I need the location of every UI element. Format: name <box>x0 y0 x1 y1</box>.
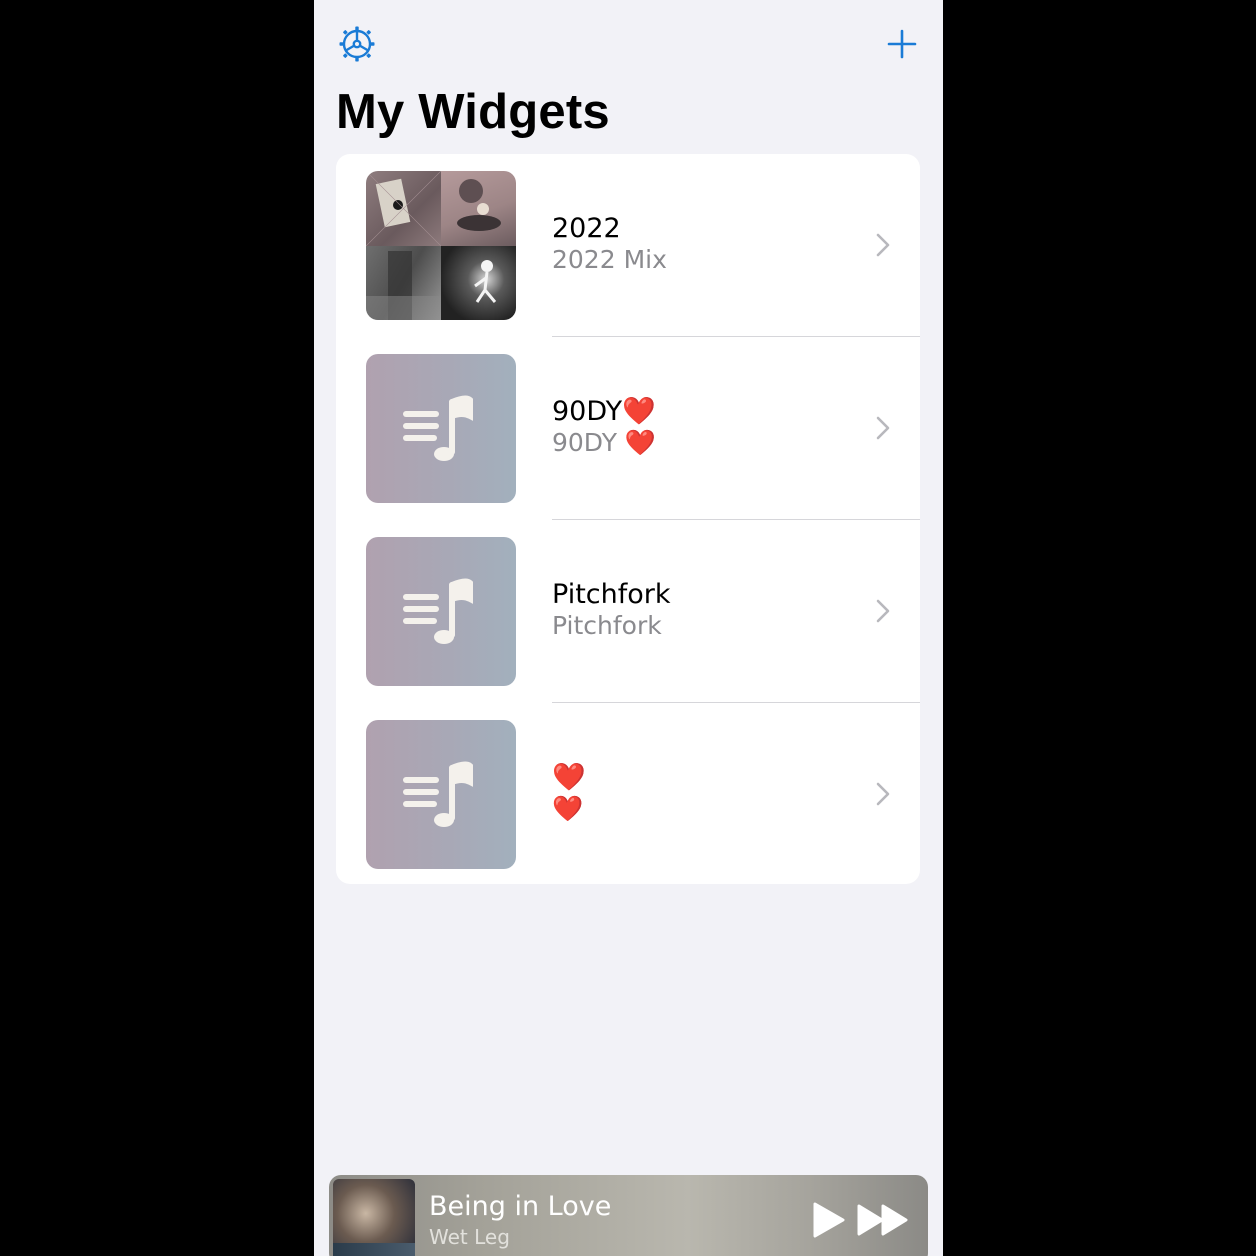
now-playing-title: Being in Love <box>429 1191 612 1222</box>
music-list-icon <box>403 760 473 827</box>
widget-row[interactable]: 90DY❤️ 90DY ❤️ <box>336 337 920 520</box>
chevron-right-icon <box>876 233 890 257</box>
music-note-placeholder-artwork <box>366 354 516 503</box>
app-screen: My Widgets 2022 2022 Mix 90DY❤️ 90DY ❤️ … <box>314 0 943 1256</box>
music-note-placeholder-artwork <box>366 537 516 686</box>
widget-subtitle: Pitchfork <box>552 611 662 640</box>
album-cover <box>441 245 516 320</box>
widget-subtitle: 2022 Mix <box>552 245 667 274</box>
page-title: My Widgets <box>336 85 610 139</box>
widget-subtitle: ❤️ <box>552 794 584 823</box>
widget-title: ❤️ <box>552 762 586 793</box>
widget-list: 2022 2022 Mix 90DY❤️ 90DY ❤️ Pitchfork P… <box>336 154 920 884</box>
album-cover <box>366 171 441 246</box>
settings-button[interactable] <box>338 25 376 63</box>
chevron-right-icon <box>876 416 890 440</box>
plus-icon <box>887 29 917 59</box>
fast-forward-icon[interactable] <box>856 1202 910 1238</box>
now-playing-artist: Wet Leg <box>429 1225 510 1249</box>
now-playing-bar[interactable]: Being in Love Wet Leg <box>329 1175 928 1256</box>
widget-row[interactable]: 2022 2022 Mix <box>336 154 920 337</box>
album-cover <box>441 171 516 246</box>
album-collage-artwork <box>366 171 516 320</box>
gear-icon <box>339 26 375 62</box>
music-note-placeholder-artwork <box>366 720 516 869</box>
music-list-icon <box>403 577 473 644</box>
add-widget-button[interactable] <box>885 27 919 61</box>
widget-subtitle: 90DY ❤️ <box>552 428 657 457</box>
now-playing-artwork <box>333 1179 415 1256</box>
music-list-icon <box>403 394 473 461</box>
widget-row[interactable]: ❤️ ❤️ <box>336 703 920 884</box>
chevron-right-icon <box>876 782 890 806</box>
widget-title: 90DY❤️ <box>552 396 656 427</box>
widget-title: Pitchfork <box>552 579 671 610</box>
play-icon[interactable] <box>811 1200 847 1240</box>
artwork-detail <box>333 1243 415 1256</box>
widget-title: 2022 <box>552 213 621 244</box>
widget-row[interactable]: Pitchfork Pitchfork <box>336 520 920 703</box>
chevron-right-icon <box>876 599 890 623</box>
album-cover <box>366 245 441 320</box>
